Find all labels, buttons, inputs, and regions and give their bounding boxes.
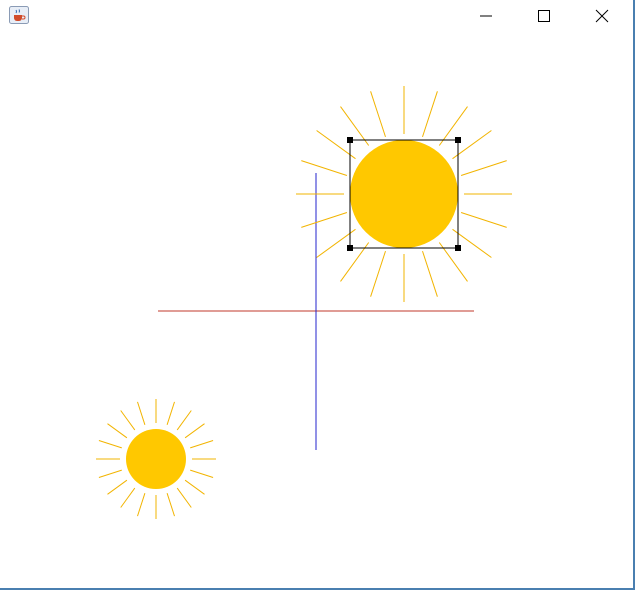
- large-sun-ray: [301, 160, 348, 176]
- application-window: [0, 0, 635, 590]
- title-bar[interactable]: [0, 0, 633, 32]
- large-sun-ray: [422, 250, 438, 297]
- maximize-button[interactable]: [515, 0, 573, 32]
- small-sun-ray: [137, 401, 146, 425]
- small-sun-ray: [137, 493, 146, 517]
- maximize-icon: [538, 10, 550, 22]
- close-icon: [595, 9, 609, 23]
- small-sun-ray: [120, 410, 136, 431]
- small-sun-ray: [98, 440, 122, 449]
- large-sun-ray: [460, 160, 507, 176]
- small-sun-ray: [184, 479, 205, 495]
- large-sun[interactable]: [296, 86, 512, 302]
- small-sun-ray: [190, 469, 214, 478]
- resize-handle-top-left[interactable]: [347, 137, 353, 143]
- small-sun-disc[interactable]: [126, 429, 186, 489]
- large-sun-disc[interactable]: [350, 140, 458, 248]
- small-sun-ray: [166, 493, 175, 517]
- close-button[interactable]: [573, 0, 631, 32]
- small-sun-ray: [176, 410, 192, 431]
- small-sun-ray: [176, 487, 192, 508]
- resize-handle-bottom-left[interactable]: [347, 245, 353, 251]
- drawing-canvas[interactable]: [0, 32, 633, 588]
- small-sun-ray: [166, 401, 175, 425]
- small-sun-ray: [190, 440, 214, 449]
- small-sun[interactable]: [96, 399, 216, 519]
- large-sun-ray: [370, 91, 386, 138]
- large-sun-ray: [422, 91, 438, 138]
- minimize-icon: [480, 15, 492, 17]
- minimize-button[interactable]: [457, 0, 515, 32]
- large-sun-ray: [370, 250, 386, 297]
- small-sun-ray: [107, 479, 128, 495]
- scene-svg[interactable]: [0, 32, 633, 588]
- small-sun-ray: [98, 469, 122, 478]
- small-sun-ray: [184, 423, 205, 439]
- large-sun-ray: [460, 212, 507, 228]
- resize-handle-bottom-right[interactable]: [455, 245, 461, 251]
- resize-handle-top-right[interactable]: [455, 137, 461, 143]
- small-sun-ray: [120, 487, 136, 508]
- large-sun-ray: [301, 212, 348, 228]
- java-coffee-cup-icon[interactable]: [9, 6, 29, 24]
- small-sun-ray: [107, 423, 128, 439]
